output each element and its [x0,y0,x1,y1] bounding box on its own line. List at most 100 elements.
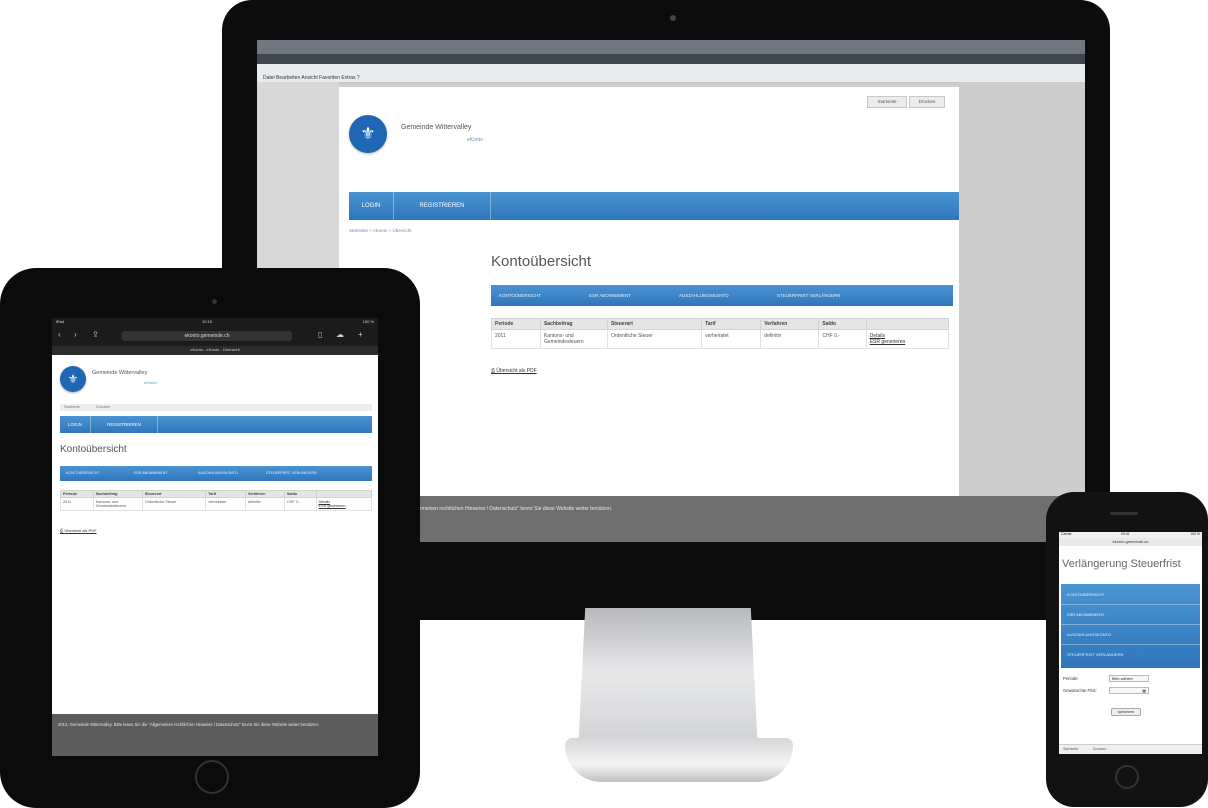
subnav-overview[interactable]: KONTOÜBERSICHT [499,293,541,298]
menu-divider [1061,604,1200,605]
nav-login[interactable]: LOGIN [60,416,91,433]
phone-url-field[interactable]: ekonto.gemeinde.ch [1059,538,1202,546]
col-steuerart: Steuerart [606,318,703,330]
print-button[interactable]: Drucken [909,96,945,108]
forward-icon[interactable]: › [74,330,77,339]
start-button[interactable]: Startseite [64,405,80,409]
print-button[interactable]: Drucken [96,405,110,409]
logo: ⚜ [60,366,86,392]
subnav-payout[interactable]: AUSZAHLUNGSKONTO [198,471,238,475]
subnav-overview[interactable]: KONTOÜBERSICHT [66,471,99,475]
browser-tabbar: eSteuern - eKonto - Übersicht [257,54,1085,77]
pdf-link-label: Übersicht als PDF [64,528,97,533]
pdf-link[interactable]: ⎙ Übersicht als PDF [491,368,537,374]
pdf-link-label: Übersicht als PDF [496,368,537,374]
table-header-row: Periode Sachbeitrag Steuerart Tarif Verf… [60,490,373,498]
brand-name: Gemeinde Wittervalley [401,124,472,131]
cell-steuerart: Ordentliche Steuer [141,497,207,511]
col-verfahren: Verfahren [244,490,285,498]
browser-menubar: Datei Bearbeiten Ansicht Favoriten Extra… [257,64,1085,83]
tablet-screen: iPad 10:15 100 % ‹ › ⇪ ekonto.gemeinde.c… [52,318,378,756]
cell-periode: 2011 [491,329,541,349]
calendar-icon[interactable]: ▦ [1142,688,1148,695]
pdf-link[interactable]: ⎙ Übersicht als PDF [60,528,97,533]
tablet-statusbar: iPad 10:15 100 % [52,318,378,326]
cell-tarif: verheiratet [701,329,762,349]
subnav-esr[interactable]: ESR ABONNEMENT [134,471,168,475]
page-title: Kontoübersicht [491,253,592,270]
phone-menu: KONTOÜBERSICHT ESR ABONNEMENT AUSZAHLUNG… [1061,584,1200,668]
period-select[interactable]: Bitte wählen [1109,675,1149,682]
menu-divider [1061,624,1200,625]
table-row: 2011 Kantons- und Gemeindesteuern Ordent… [491,329,950,349]
phone-time: 09:41 [1121,532,1130,536]
breadcrumb[interactable]: Startseite > eKonto > Übersicht [349,228,412,233]
col-actions [865,318,950,330]
col-periode: Periode [60,490,94,498]
col-verfahren: Verfahren [760,318,820,330]
cell-sachbeitrag: Kantons- und Gemeindesteuern [92,497,143,511]
browser-menu[interactable]: Datei Bearbeiten Ansicht Favoriten Extra… [263,75,360,81]
cell-periode: 2011 [60,497,94,511]
deadline-input[interactable]: ▦ [1109,687,1149,694]
phone-battery: 100 % [1190,532,1200,536]
col-actions [315,490,373,498]
logo: ⚜ [349,115,387,153]
tabs-icon[interactable]: ☁ [336,330,344,339]
subnav-extend[interactable]: STEUERFRIST VERLÄNGERN [266,471,317,475]
menu-divider [1061,644,1200,645]
nav-register[interactable]: REGISTRIEREN [394,192,491,220]
phone-carrier: Carrier [1061,532,1072,536]
subnav-payout[interactable]: AUSZAHLUNGSKONTO [679,293,729,298]
bookmark-icon[interactable]: ▯ [318,330,322,339]
fleur-de-lis-icon: ⚜ [360,124,376,143]
cell-verfahren: definitiv [244,497,285,511]
cell-actions: Details ESR generieren [865,329,950,349]
main-nav: LOGIN REGISTRIEREN [349,192,959,220]
col-periode: Periode [491,318,541,330]
sub-nav: KONTOÜBERSICHT ESR ABONNEMENT AUSZAHLUNG… [491,285,953,306]
page-title: Kontoübersicht [60,444,127,455]
tablet-battery: 100 % [362,319,374,324]
cell-steuerart: Ordentliche Steuer [606,329,703,349]
footer-text: 2013, Gemeinde Wittervalley. Bitte lesen… [58,722,319,727]
start-button[interactable]: Startseite [1063,747,1078,751]
phone-home-button[interactable] [1115,765,1139,789]
col-sachbeitrag: Sachbeitrag [539,318,608,330]
cell-tarif: verheiratet [205,497,246,511]
start-button[interactable]: Startseite [867,96,907,108]
nav-login[interactable]: LOGIN [349,192,394,220]
menu-extend[interactable]: STEUERFRIST VERLÄNGERN [1067,652,1123,657]
save-button[interactable]: speichern [1111,708,1141,716]
deadline-label: Gewünschte Frist: [1063,688,1097,693]
table-row: 2011 Kantons- und Gemeindesteuern Ordent… [60,497,373,511]
page-footer: 2013, Gemeinde Wittervalley. Bitte lesen… [52,714,378,756]
page-title: Verlängerung Steuerfrist [1062,558,1181,570]
menu-overview[interactable]: KONTOÜBERSICHT [1067,592,1104,597]
cell-saldo: CHF 0.- [818,329,867,349]
col-sachbeitrag: Sachbeitrag [92,490,143,498]
print-button[interactable]: Drucken [1093,747,1106,751]
browser-titlebar [257,40,1085,54]
sub-nav: KONTOÜBERSICHT ESR ABONNEMENT AUSZAHLUNG… [60,466,372,481]
share-icon[interactable]: ⇪ [92,330,99,339]
tablet-carrier: iPad [56,319,65,324]
tablet-home-button[interactable] [195,760,229,794]
new-tab-icon[interactable]: + [358,330,363,339]
esr-generate-link[interactable]: ESR generieren [870,339,945,345]
esr-generate-link[interactable]: ESR generieren [319,504,369,508]
subnav-extend[interactable]: STEUERFRIST VERLÄNGERN [777,293,840,298]
account-table: Periode Sachbeitrag Steuerart Tarif Verf… [491,318,950,349]
menu-esr[interactable]: ESR ABONNEMENT [1067,612,1104,617]
cell-sachbeitrag: Kantons- und Gemeindesteuern [539,329,608,349]
cell-actions: Details ESR generieren [315,497,373,511]
menu-payout[interactable]: AUSZAHLUNGSKONTO [1067,632,1111,637]
main-nav: LOGIN REGISTRIEREN [60,416,372,433]
tablet-topbuttons: Startseite Drucken [60,404,372,411]
nav-register[interactable]: REGISTRIEREN [91,416,158,433]
col-saldo: Saldo [818,318,867,330]
back-icon[interactable]: ‹ [58,330,61,339]
tablet-url-field[interactable]: ekonto.gemeinde.ch [122,331,292,341]
subnav-esr[interactable]: ESR ABONNEMENT [589,293,631,298]
monitor-stand [578,608,758,753]
